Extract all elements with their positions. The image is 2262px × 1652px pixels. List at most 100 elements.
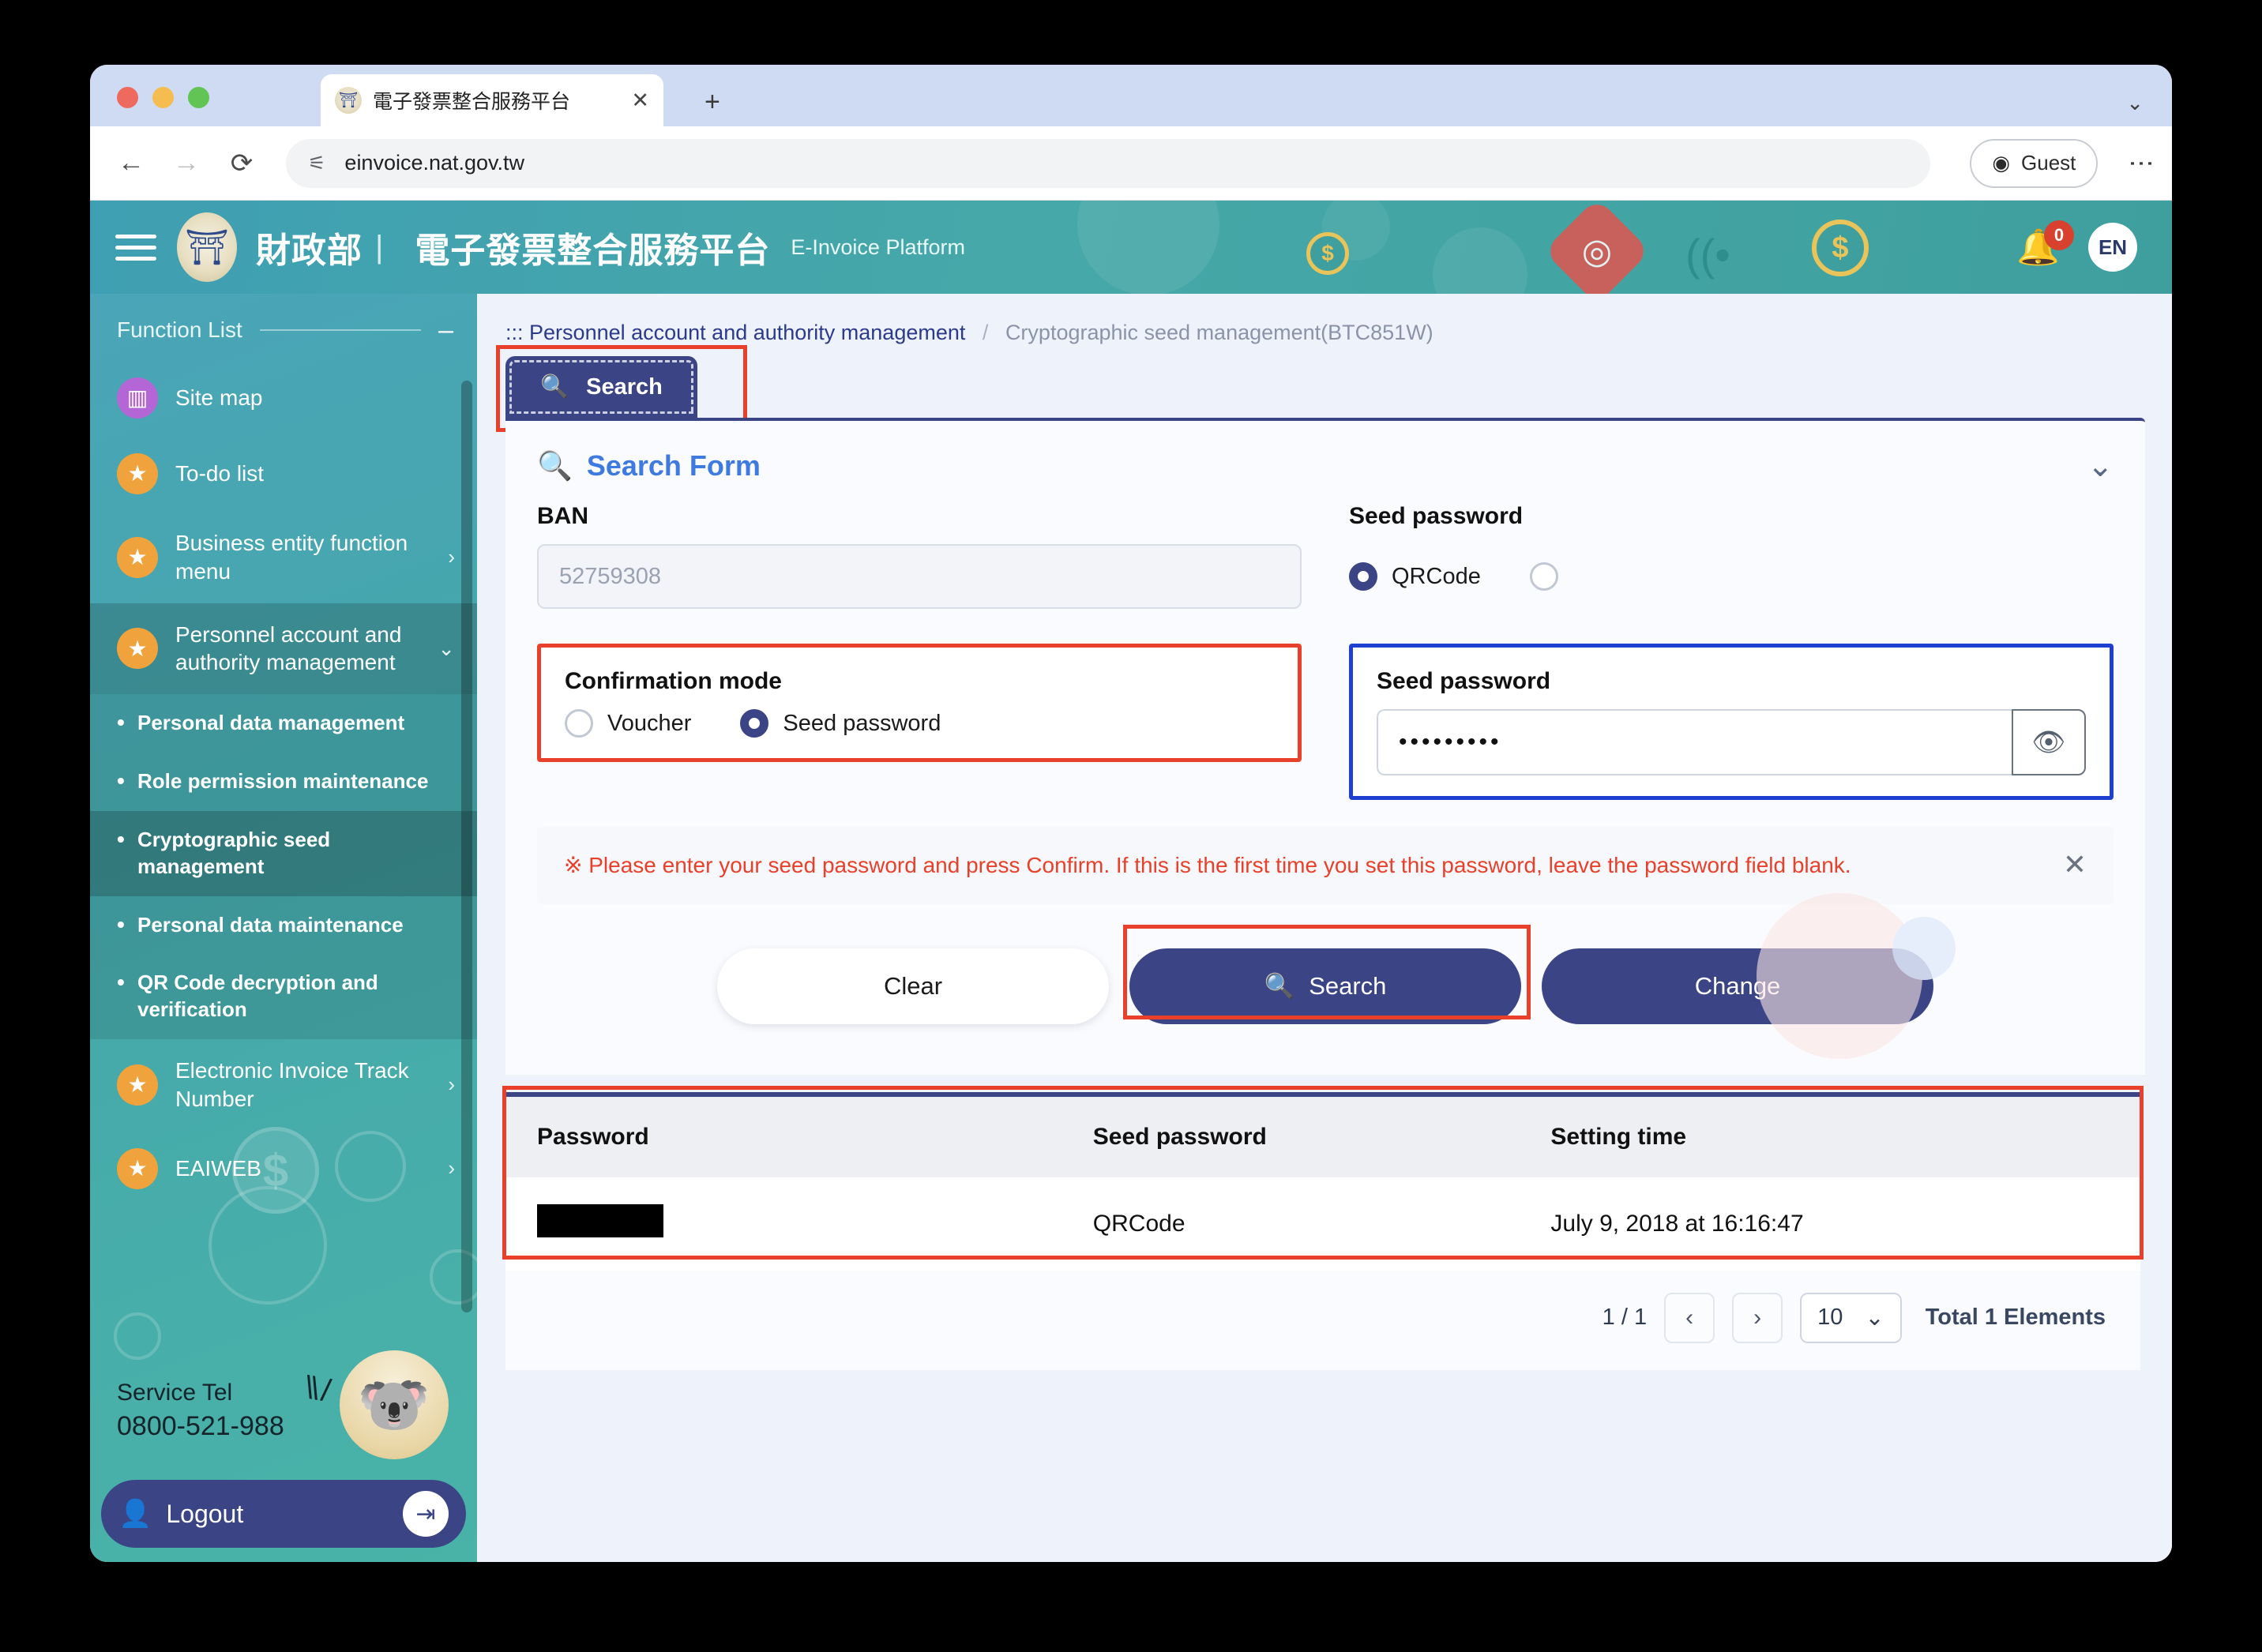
sidebar-scrollbar[interactable] (461, 381, 472, 1312)
browser-tab[interactable]: ⛩ 電子發票整合服務平台 ✕ (321, 74, 663, 126)
form-actions: Clear 🔍 Search Change (505, 892, 2145, 1075)
back-button[interactable]: ← (114, 148, 148, 178)
new-tab-button[interactable]: + (705, 88, 720, 115)
web-page: $ ((• $ ⛩ 財政部 | 電子發票整合服務平台 E-Invoice Pla… (90, 201, 2172, 1562)
alert-text: ※ Please enter your seed password and pr… (564, 853, 1851, 877)
confirmation-mode-group: Confirmation mode Voucher Seed password (537, 644, 1302, 762)
search-button[interactable]: 🔍 Search (1129, 948, 1521, 1024)
ban-input[interactable] (537, 544, 1302, 609)
sidebar-subitem-qr-code-decryption-and-verification[interactable]: QR Code decryption and verification (90, 954, 477, 1039)
confirmation-mode-label: Confirmation mode (565, 668, 782, 694)
close-icon[interactable]: ✕ (2063, 850, 2087, 879)
results-section: Password Seed password Setting time QRCo… (502, 1085, 2144, 1271)
notification-bell-icon[interactable]: 🔔 0 (2016, 220, 2074, 268)
search-form-title: 🔍 Search Form (537, 449, 761, 482)
radio-seed-password[interactable]: Seed password (740, 709, 941, 738)
profile-button[interactable]: ◉ Guest (1970, 138, 2099, 188)
person-icon: 👤 (118, 1499, 152, 1529)
sidebar-subitem-role-permission-maintenance[interactable]: Role permission maintenance (90, 753, 477, 811)
search-form-fields: BAN Confirmation mode Voucher (505, 503, 2145, 800)
cell-setting-time: July 9, 2018 at 16:16:47 (1519, 1177, 2140, 1271)
address-bar[interactable]: ⚟ einvoice.nat.gov.tw (286, 138, 1931, 188)
sidebar-subitem-personal-data-management[interactable]: Personal data management (90, 694, 477, 753)
star-icon: ★ (117, 628, 158, 670)
sidebar-item-electronic-invoice-track-number[interactable]: ★ Electronic Invoice Track Number › (90, 1039, 477, 1131)
header-actions: 🔔 0 EN (2016, 220, 2172, 272)
form-column-left: BAN Confirmation mode Voucher (537, 503, 1302, 800)
minimize-window-button[interactable] (152, 87, 174, 108)
seed-password-input-label: Seed password (1377, 668, 1551, 694)
page-indicator: 1 / 1 (1602, 1305, 1648, 1331)
breadcrumb-current: Cryptographic seed management(BTC851W) (1005, 321, 1433, 344)
next-page-button[interactable]: › (1732, 1292, 1783, 1343)
function-list-label: Function List (117, 317, 242, 342)
chevron-down-icon[interactable]: ⌄ (2126, 91, 2144, 115)
star-icon: ★ (117, 536, 158, 578)
table-row: QRCode July 9, 2018 at 16:16:47 (505, 1177, 2140, 1271)
seed-password-input[interactable] (1377, 709, 2012, 775)
sidebar-item-todo-list[interactable]: ★ To-do list (90, 436, 477, 512)
sidebar-item-label: EAIWEB (175, 1155, 261, 1181)
clear-button[interactable]: Clear (717, 948, 1109, 1024)
url-text: einvoice.nat.gov.tw (344, 151, 525, 175)
close-icon[interactable]: ✕ (631, 89, 649, 111)
search-icon: 🔍 (537, 449, 573, 482)
sidebar-subitem-personal-data-maintenance[interactable]: Personal data maintenance (90, 895, 477, 955)
menu-toggle-button[interactable] (115, 234, 156, 261)
radio-qrcode[interactable]: QRCode (1349, 562, 1481, 591)
sidebar-item-business-entity-function-menu[interactable]: ★ Business entity function menu › (90, 512, 477, 603)
sidebar-item-site-map[interactable]: ▥ Site map (90, 360, 477, 436)
breadcrumb-separator: / (982, 321, 989, 344)
logout-arrow-icon: ⇥ (403, 1491, 449, 1537)
close-window-button[interactable] (117, 87, 138, 108)
page-size-select[interactable]: 10 ⌄ (1800, 1292, 1902, 1343)
column-header-password: Password (505, 1096, 1061, 1177)
reload-button[interactable]: ⟳ (224, 148, 259, 179)
header-decoration-circle (1433, 227, 1527, 294)
tab-search[interactable]: 🔍 Search (505, 356, 697, 418)
sidebar-item-personnel-account-and-authority-management[interactable]: ★ Personnel account and authority manage… (90, 603, 477, 695)
site-header: $ ((• $ ⛩ 財政部 | 電子發票整合服務平台 E-Invoice Pla… (90, 201, 2172, 294)
previous-page-button[interactable]: ‹ (1664, 1292, 1715, 1343)
browser-window: ⛩ 電子發票整合服務平台 ✕ + ⌄ ← → ⟳ ⚟ einvoice.nat.… (90, 65, 2172, 1562)
radio-voucher[interactable]: Voucher (565, 709, 691, 738)
page-body: $ Function List – ▥ Site map ★ To-do lis… (90, 294, 2172, 1562)
breadcrumb-anchor: ::: (505, 321, 524, 344)
service-contact: Service Tel 0800-521-988 (117, 1377, 284, 1445)
header-decoration-circle (1077, 201, 1219, 294)
alert-message: ※ Please enter your seed password and pr… (537, 827, 2114, 904)
tab-title: 電子發票整合服務平台 (373, 91, 571, 113)
logout-button[interactable]: 👤 Logout ⇥ (101, 1480, 466, 1548)
seed-password-field-group: Seed password 👁 (1349, 644, 2114, 800)
maximize-window-button[interactable] (188, 87, 209, 108)
browser-toolbar: ← → ⟳ ⚟ einvoice.nat.gov.tw ◉ Guest ⋮ (90, 126, 2172, 201)
function-list-header: Function List – (90, 294, 477, 360)
form-column-right: Seed password QRCode Seed password •••••… (1349, 503, 2114, 800)
chevron-down-icon[interactable]: ⌄ (2087, 448, 2114, 484)
cell-seed-password: QRCode (1061, 1177, 1520, 1271)
column-header-seed-password: Seed password (1061, 1096, 1520, 1177)
sidebar-item-eaiweb[interactable]: ★ EAIWEB › (90, 1131, 477, 1207)
change-button[interactable]: Change (1542, 948, 1933, 1024)
tab-search-label: Search (586, 374, 663, 400)
radio-secondary-option[interactable] (1529, 562, 1573, 591)
browser-menu-icon[interactable]: ⋮ (2128, 151, 2156, 176)
brand-ministry-label: 財政部 (256, 231, 363, 270)
search-icon: 🔍 (540, 374, 569, 400)
sidebar-subitem-cryptographic-seed-management[interactable]: Cryptographic seed management (90, 810, 477, 896)
site-settings-icon[interactable]: ⚟ (308, 152, 325, 175)
wifi-decoration-icon: ((• (1685, 230, 1730, 280)
sidebar: $ Function List – ▥ Site map ★ To-do lis… (90, 294, 477, 1562)
confirmation-mode-radios: Voucher Seed password (565, 709, 1274, 738)
main-content: ::: Personnel account and authority mana… (477, 294, 2172, 1562)
page-size-value: 10 (1817, 1305, 1843, 1331)
breadcrumb-parent-link[interactable]: Personnel account and authority manageme… (529, 321, 965, 344)
eye-off-icon[interactable]: 👁 (2012, 709, 2086, 775)
forward-button[interactable]: → (169, 148, 204, 178)
government-emblem-icon: ⛩ (335, 87, 362, 114)
star-icon: ★ (117, 1147, 158, 1189)
collapse-icon[interactable]: – (438, 317, 453, 344)
brand-platform-label: 電子發票整合服務平台 (415, 231, 771, 270)
desktop-background: ⛩ 電子發票整合服務平台 ✕ + ⌄ ← → ⟳ ⚟ einvoice.nat.… (0, 0, 2262, 1652)
language-switch-button[interactable]: EN (2088, 223, 2137, 272)
